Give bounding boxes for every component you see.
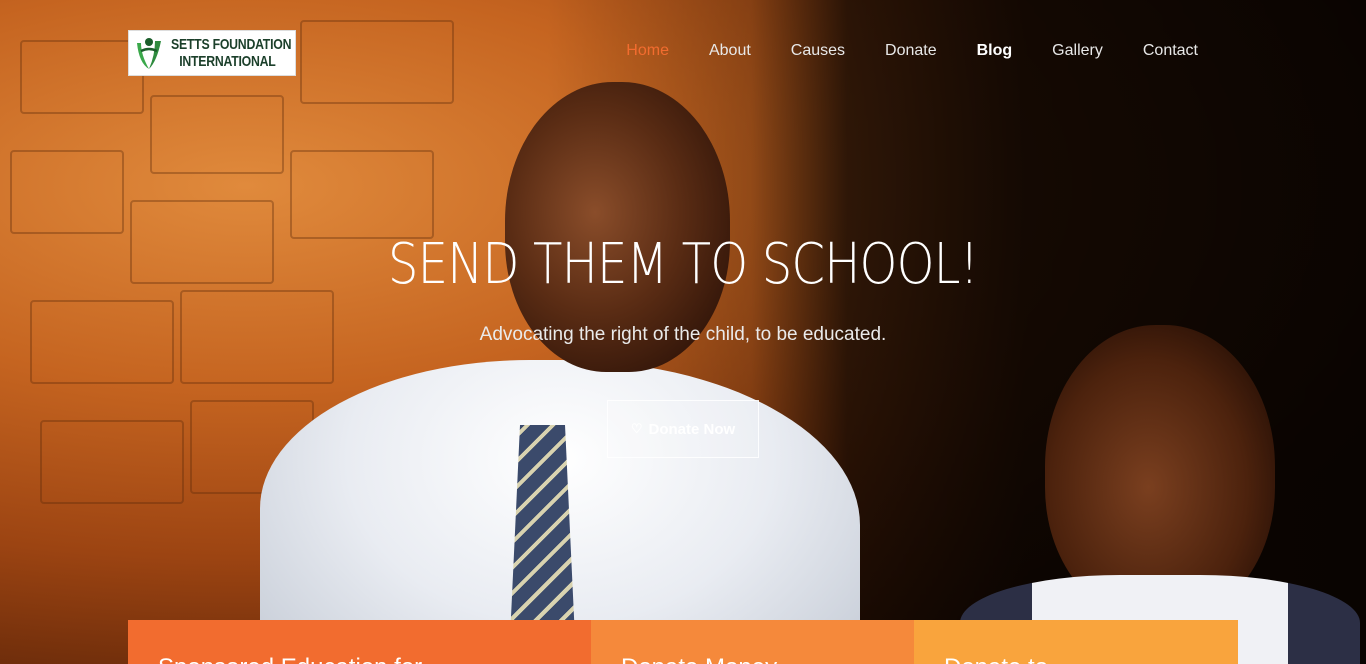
logo-text: SETTS FOUNDATION INTERNATIONAL bbox=[171, 36, 291, 70]
heart-icon: ♡ bbox=[630, 421, 643, 436]
nav-blog[interactable]: Blog bbox=[957, 40, 1033, 62]
nav-gallery[interactable]: Gallery bbox=[1032, 40, 1123, 62]
donate-now-label: Donate Now bbox=[648, 420, 736, 438]
logo-figure-icon bbox=[131, 33, 167, 73]
main-navigation: Home About Causes Donate Blog Gallery Co… bbox=[606, 40, 1218, 62]
nav-home[interactable]: Home bbox=[606, 40, 689, 62]
feature-donate-money[interactable]: Donate Money bbox=[591, 620, 914, 664]
logo-line-2: INTERNATIONAL bbox=[179, 53, 276, 70]
hero-title: SEND THEM TO SCHOOL! bbox=[387, 232, 979, 297]
site-logo[interactable]: SETTS FOUNDATION INTERNATIONAL bbox=[128, 30, 296, 76]
feature-boxes: Sponsored Education for Donate Money Don… bbox=[128, 620, 1238, 664]
hero-subtitle: Advocating the right of the child, to be… bbox=[479, 324, 887, 345]
logo-line-1: SETTS FOUNDATION bbox=[171, 36, 292, 53]
nav-contact[interactable]: Contact bbox=[1123, 40, 1218, 62]
nav-donate[interactable]: Donate bbox=[865, 40, 957, 62]
feature-sponsored-education[interactable]: Sponsored Education for bbox=[128, 620, 591, 664]
donate-now-button[interactable]: ♡ Donate Now bbox=[607, 400, 759, 458]
feature-donate-to[interactable]: Donate to bbox=[914, 620, 1238, 664]
nav-causes[interactable]: Causes bbox=[771, 40, 865, 62]
nav-about[interactable]: About bbox=[689, 40, 771, 62]
